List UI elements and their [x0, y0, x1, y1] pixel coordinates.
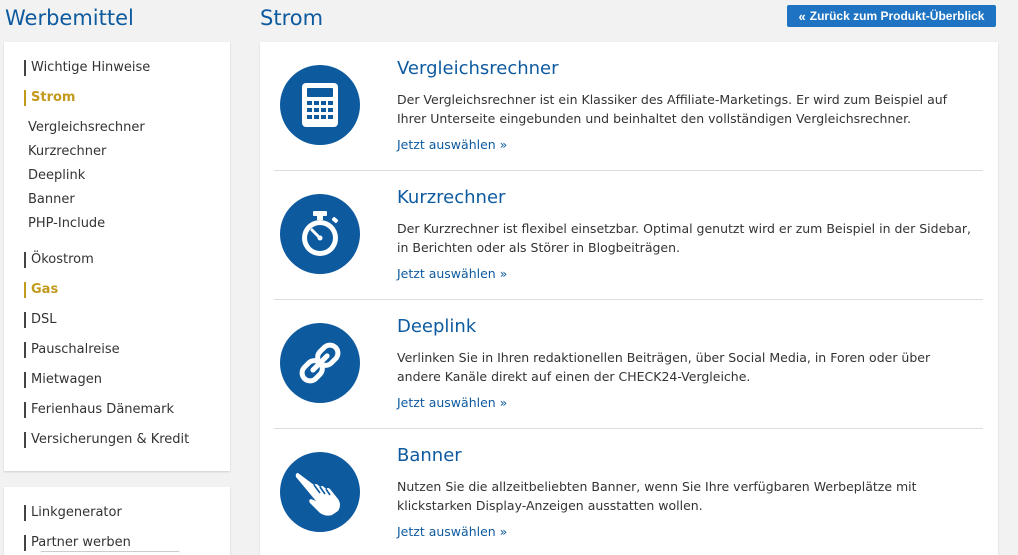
card-banner: Banner Nutzen Sie die allzeitbeliebten B…	[274, 429, 983, 555]
card-title: Vergleichsrechner	[397, 58, 559, 79]
link-icon	[280, 323, 360, 403]
card-description: Der Kurzrechner ist flexibel einsetzbar.…	[397, 221, 971, 255]
sidebar-item-gas[interactable]: Gas	[24, 282, 58, 298]
card-description: Verlinken Sie in Ihren redaktionellen Be…	[397, 350, 931, 384]
card-title: Banner	[397, 445, 462, 466]
select-kurzrechner-link[interactable]: Jetzt auswählen »	[397, 266, 507, 281]
back-to-overview-button[interactable]: « Zurück zum Produkt-Überblick	[787, 5, 996, 27]
sidebar-nav: Wichtige Hinweise Strom Vergleichsrechne…	[4, 42, 230, 471]
sidebar-item-pauschalreise[interactable]: Pauschalreise	[24, 342, 120, 358]
card-title: Kurzrechner	[397, 187, 506, 208]
double-chevron-left-icon: «	[798, 8, 806, 24]
select-vergleichsrechner-link[interactable]: Jetzt auswählen »	[397, 137, 507, 152]
sidebar-item-versicherungen-kredit[interactable]: Versicherungen & Kredit	[24, 432, 189, 448]
card-deeplink: Deeplink Verlinken Sie in Ihren redaktio…	[274, 300, 983, 429]
card-description: Nutzen Sie die allzeitbeliebten Banner, …	[397, 479, 917, 513]
sidebar-item-mietwagen[interactable]: Mietwagen	[24, 372, 102, 388]
sidebar-item-wichtige-hinweise[interactable]: Wichtige Hinweise	[24, 60, 150, 76]
card-vergleichsrechner: Vergleichsrechner Der Vergleichsrechner …	[274, 42, 983, 171]
pointing-hand-icon	[280, 452, 360, 532]
card-description: Der Vergleichsrechner ist ein Klassiker …	[397, 92, 948, 126]
sidebar-subitem-deeplink[interactable]: Deeplink	[28, 168, 85, 184]
sidebar-subitem-kurzrechner[interactable]: Kurzrechner	[28, 144, 106, 160]
sidebar-subitem-banner[interactable]: Banner	[28, 192, 75, 208]
card-title: Deeplink	[397, 316, 477, 337]
calculator-icon	[280, 65, 360, 145]
page-title: Strom	[260, 6, 324, 30]
sidebar-subitem-vergleichsrechner[interactable]: Vergleichsrechner	[28, 120, 145, 136]
sidebar-item-partner-werben[interactable]: Partner werben	[24, 535, 131, 551]
sidebar-secondary: Linkgenerator Partner werben	[4, 487, 230, 555]
select-banner-link[interactable]: Jetzt auswählen »	[397, 524, 507, 539]
card-kurzrechner: Kurzrechner Der Kurzrechner ist flexibel…	[274, 171, 983, 300]
sidebar-item-ferienhaus-daenemark[interactable]: Ferienhaus Dänemark	[24, 402, 174, 418]
main-content: Vergleichsrechner Der Vergleichsrechner …	[260, 42, 998, 555]
sidebar-item-linkgenerator[interactable]: Linkgenerator	[24, 505, 122, 521]
sidebar-subitem-php-include[interactable]: PHP-Include	[28, 216, 105, 232]
sidebar-item-oekostrom[interactable]: Ökostrom	[24, 252, 94, 268]
section-title: Werbemittel	[5, 6, 134, 30]
scroll-indicator	[40, 551, 180, 555]
select-deeplink-link[interactable]: Jetzt auswählen »	[397, 395, 507, 410]
stopwatch-icon	[280, 194, 360, 274]
sidebar-item-strom[interactable]: Strom	[24, 90, 75, 106]
back-button-label: Zurück zum Produkt-Überblick	[809, 9, 985, 23]
sidebar-item-dsl[interactable]: DSL	[24, 312, 57, 328]
